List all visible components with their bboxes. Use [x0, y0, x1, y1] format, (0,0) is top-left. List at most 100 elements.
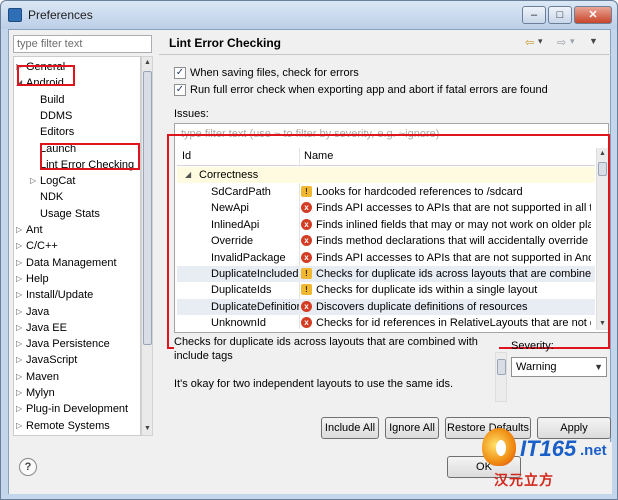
tree-item[interactable]: Android — [26, 75, 64, 91]
chevron-down-icon: ▼ — [594, 362, 603, 372]
tree-expander-icon[interactable]: ▷ — [16, 369, 24, 385]
description-scrollbar[interactable] — [495, 352, 507, 402]
issue-id: SdCardPath — [211, 186, 271, 198]
check-on-save-box[interactable]: ✓ — [174, 67, 186, 79]
tree-expander-icon[interactable]: ▷ — [16, 385, 24, 401]
tree-expander-icon[interactable]: ▷ — [16, 336, 24, 352]
tree-item[interactable]: Usage Stats — [40, 206, 100, 222]
tree-item[interactable]: Ant — [26, 222, 43, 238]
tree-filter-input[interactable]: type filter text — [13, 35, 152, 53]
category-expander-icon[interactable]: ◢ — [185, 167, 191, 183]
preferences-tree-pane: type filter text ▷ General ◢ Android Build DD… — [11, 32, 156, 442]
forward-menu-icon[interactable]: ▾ — [570, 36, 575, 50]
tree-expander-icon[interactable]: ◢ — [16, 75, 24, 91]
tree-item[interactable]: Editors — [40, 124, 74, 140]
forward-arrow-icon[interactable]: ⇨ — [557, 36, 566, 50]
view-menu-icon[interactable]: ▼ — [589, 36, 598, 50]
lint-page: Lint Error Checking ⇦ ▾ ⇨ ▾ ▼ ✓ When sav… — [159, 30, 611, 448]
issue-row[interactable]: UnknownId x Checks for id references in Re… — [177, 315, 595, 329]
tree-item[interactable]: Data Management — [26, 255, 117, 271]
maximize-button[interactable]: □ — [548, 6, 572, 24]
minimize-button[interactable]: – — [522, 6, 546, 24]
tree-item[interactable]: Help — [26, 271, 49, 287]
help-icon[interactable]: ? — [19, 458, 37, 476]
check-on-export-label: Run full error check when exporting app … — [190, 84, 548, 96]
issue-id: DuplicateIds — [211, 284, 272, 297]
description-scrollbar-thumb[interactable] — [497, 359, 506, 375]
tree-item[interactable]: Java Persistence — [26, 336, 110, 352]
tree-expander-icon[interactable]: ▷ — [16, 222, 24, 238]
tree-expander-icon[interactable]: ▷ — [16, 320, 24, 336]
tree-expander-icon[interactable]: ▷ — [16, 401, 24, 417]
tree-item[interactable]: Install/Update — [26, 287, 93, 303]
tree-item[interactable]: JavaScript — [26, 352, 77, 368]
issue-row[interactable]: DuplicateDefinition x Discovers duplicate … — [177, 298, 595, 315]
tree-scrollbar-thumb[interactable] — [143, 71, 152, 345]
tree-expander-icon[interactable]: ▷ — [16, 59, 24, 75]
tree-item[interactable]: Java — [26, 304, 49, 320]
issue-row[interactable]: DuplicateIncludedIds! Checks for duplicat… — [177, 266, 595, 282]
tree-item[interactable]: Remote Systems — [26, 418, 110, 434]
issue-description: Checks for duplicate ids across layouts … — [174, 335, 499, 403]
issues-scrollbar-thumb[interactable] — [598, 162, 607, 176]
back-arrow-icon[interactable]: ⇦ — [525, 36, 534, 50]
tree-expander-icon[interactable]: ▷ — [16, 255, 24, 271]
check-on-export-box[interactable]: ✓ — [174, 84, 186, 96]
window-title: Preferences — [28, 8, 93, 22]
tree-item[interactable]: Plug-in Development — [26, 401, 128, 417]
tree-expander-icon[interactable]: ▷ — [16, 238, 24, 254]
preferences-tree: ▷ General ◢ Android Build DDMS Editors Launch Li… — [13, 56, 141, 436]
issues-scroll-down-icon[interactable]: ▼ — [599, 319, 606, 329]
issues-scroll-up-icon[interactable]: ▲ — [599, 149, 606, 159]
tree-expander-icon[interactable]: ▷ — [30, 173, 38, 189]
scroll-down-arrow-icon[interactable]: ▼ — [144, 424, 151, 434]
issue-row[interactable]: Override x Finds method declarations that … — [177, 233, 595, 249]
tree-expander-icon[interactable]: ▷ — [16, 304, 24, 320]
issue-id: InvalidPackage — [211, 251, 286, 264]
issue-id: InlinedApi — [211, 218, 260, 231]
issue-row[interactable]: InvalidPackage x Finds API accesses to API… — [177, 250, 595, 266]
issue-id: Override — [211, 235, 254, 248]
tree-item[interactable]: Maven — [26, 369, 59, 385]
category-row[interactable]: ◢ Correctness — [177, 167, 595, 183]
issues-filter-input[interactable]: type filter text (use ~ to filter by sev… — [177, 126, 607, 143]
tree-item[interactable]: LogCat — [40, 173, 75, 189]
close-button[interactable]: ✕ — [574, 6, 612, 24]
tree-expander-icon[interactable]: ▷ — [16, 352, 24, 368]
tree-expander-icon[interactable]: ▷ — [16, 287, 24, 303]
issue-row[interactable]: InlinedApi x Finds inlined fields that may… — [177, 217, 595, 233]
error-icon: x — [301, 218, 312, 230]
severity-select[interactable]: Warning ▼ — [511, 357, 607, 377]
watermark-tld: .net — [580, 442, 607, 459]
tree-item[interactable]: C/C++ — [26, 238, 58, 254]
back-menu-icon[interactable]: ▾ — [538, 36, 543, 50]
issues-table: type filter text (use ~ to filter by sev… — [174, 123, 609, 333]
page-title: Lint Error Checking — [169, 36, 282, 50]
tree-item[interactable]: General — [26, 59, 65, 75]
tree-item[interactable]: Mylyn — [26, 385, 55, 401]
issue-row[interactable]: NewApi x Finds API accesses to APIs that a… — [177, 200, 595, 216]
scroll-up-arrow-icon[interactable]: ▲ — [144, 58, 151, 68]
tree-item[interactable]: DDMS — [40, 108, 72, 124]
tree-expander-icon[interactable]: ▷ — [16, 418, 24, 434]
issue-row[interactable]: DuplicateIds! Checks for duplicate ids wi… — [177, 282, 595, 298]
include-all-button[interactable]: Include All — [321, 417, 379, 439]
watermark-flame-core — [496, 440, 506, 456]
issue-name: Checks for id references in RelativeLayo… — [316, 317, 591, 329]
column-header-id[interactable]: Id — [182, 150, 191, 162]
column-header-name[interactable]: Name — [304, 150, 333, 162]
issue-row[interactable]: SdCardPath! Looks for hardcoded reference… — [177, 184, 595, 200]
tree-item[interactable]: Java EE — [26, 320, 67, 336]
tree-item[interactable]: Launch — [40, 141, 76, 157]
tree-item[interactable]: NDK — [40, 189, 63, 205]
app-icon — [8, 8, 22, 22]
title-bar[interactable]: Preferences – □ ✕ — [1, 1, 617, 29]
tree-expander-icon[interactable]: ▷ — [16, 271, 24, 287]
ignore-all-button[interactable]: Ignore All — [385, 417, 439, 439]
issue-id: NewApi — [211, 202, 249, 215]
issues-scrollbar[interactable]: ▲ ▼ — [596, 148, 608, 330]
tree-scrollbar[interactable]: ▲ ▼ — [141, 56, 153, 436]
tree-item[interactable]: Build — [40, 92, 64, 108]
tree-item[interactable]: Lint Error Checking — [40, 157, 134, 173]
issue-name: Finds API accesses to APIs that are not … — [316, 202, 591, 215]
